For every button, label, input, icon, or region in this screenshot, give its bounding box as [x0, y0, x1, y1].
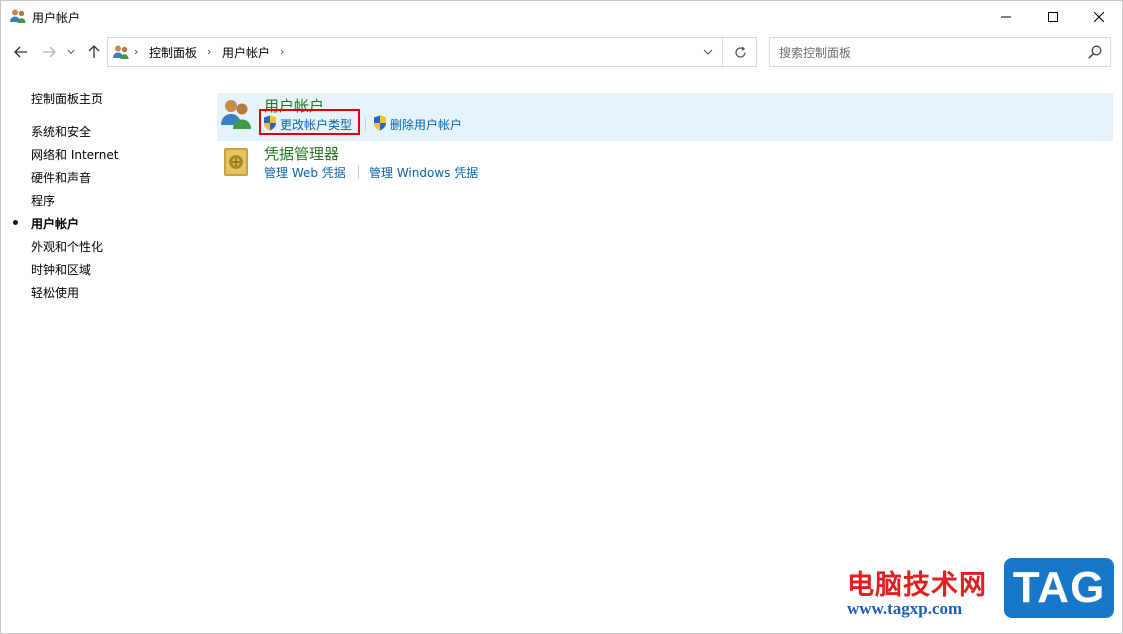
navigation-bar: › 控制面板 › 用户帐户 › 搜索控制面板	[1, 32, 1122, 72]
sidebar-item-appearance[interactable]: 外观和个性化	[31, 238, 103, 255]
recent-locations-button[interactable]	[63, 41, 79, 63]
link-divider	[365, 117, 366, 131]
back-button[interactable]	[10, 41, 32, 63]
credential-vault-icon[interactable]	[219, 145, 253, 179]
control-panel-icon	[112, 44, 130, 60]
search-input[interactable]: 搜索控制面板	[769, 37, 1111, 67]
manage-web-credentials-link[interactable]: 管理 Web 凭据	[264, 164, 346, 181]
user-accounts-icon[interactable]	[219, 97, 253, 131]
breadcrumb-separator-icon[interactable]: ›	[207, 45, 211, 58]
breadcrumb-separator-icon[interactable]: ›	[280, 45, 284, 58]
arrow-left-icon	[14, 46, 27, 58]
manage-windows-credentials-link[interactable]: 管理 Windows 凭据	[369, 164, 478, 181]
maximize-icon	[1048, 11, 1058, 22]
sidebar-item-home[interactable]: 控制面板主页	[31, 90, 103, 107]
maximize-button[interactable]	[1030, 1, 1076, 32]
chevron-down-icon	[67, 49, 75, 55]
address-history-button[interactable]	[695, 38, 721, 66]
control-panel-window: 用户帐户 › 控制面板 › 用户帐户 › 搜索控制面板 控制面板主页 系统和安全…	[0, 0, 1123, 634]
close-icon	[1094, 11, 1104, 22]
address-divider	[722, 38, 723, 66]
watermark-site-name: 电脑技术网	[847, 570, 987, 601]
refresh-button[interactable]	[725, 38, 755, 66]
window-title: 用户帐户	[32, 11, 81, 25]
sidebar-item-ease-of-access[interactable]: 轻松使用	[31, 284, 79, 301]
link-divider	[358, 165, 359, 179]
search-icon	[1088, 45, 1102, 59]
minimize-icon	[1001, 16, 1011, 17]
up-button[interactable]	[83, 41, 105, 63]
breadcrumb-user-accounts[interactable]: 用户帐户	[222, 44, 270, 61]
sidebar-item-system-security[interactable]: 系统和安全	[31, 123, 91, 140]
address-bar[interactable]: › 控制面板 › 用户帐户 ›	[107, 37, 757, 67]
breadcrumb-control-panel[interactable]: 控制面板	[149, 44, 197, 61]
sidebar-item-clock-region[interactable]: 时钟和区域	[31, 261, 91, 278]
sidebar-item-programs[interactable]: 程序	[31, 192, 55, 209]
breadcrumb-separator-icon[interactable]: ›	[134, 45, 138, 58]
watermark-logo: TAG	[1004, 558, 1114, 618]
active-bullet-icon	[13, 220, 18, 225]
annotation-highlight-box	[259, 109, 360, 135]
minimize-button[interactable]	[983, 1, 1029, 32]
shield-icon	[373, 115, 387, 131]
sidebar-item-network[interactable]: 网络和 Internet	[31, 146, 118, 163]
watermark-badge-text: TAG	[1012, 563, 1106, 612]
chevron-down-icon	[703, 49, 713, 55]
watermark-url: www.tagxp.com	[847, 599, 963, 618]
user-accounts-icon	[9, 8, 27, 24]
search-placeholder: 搜索控制面板	[779, 46, 852, 60]
forward-button[interactable]	[38, 41, 60, 63]
close-button[interactable]	[1076, 1, 1122, 32]
remove-user-accounts-link[interactable]: 删除用户帐户	[390, 116, 462, 133]
category-title-credential-manager[interactable]: 凭据管理器	[264, 143, 339, 164]
sidebar-item-hardware-sound[interactable]: 硬件和声音	[31, 169, 91, 186]
arrow-right-icon	[43, 46, 56, 58]
arrow-up-icon	[88, 45, 100, 58]
sidebar-item-user-accounts[interactable]: 用户帐户	[31, 215, 79, 232]
title-bar[interactable]: 用户帐户	[1, 1, 1122, 32]
refresh-icon	[734, 46, 746, 58]
